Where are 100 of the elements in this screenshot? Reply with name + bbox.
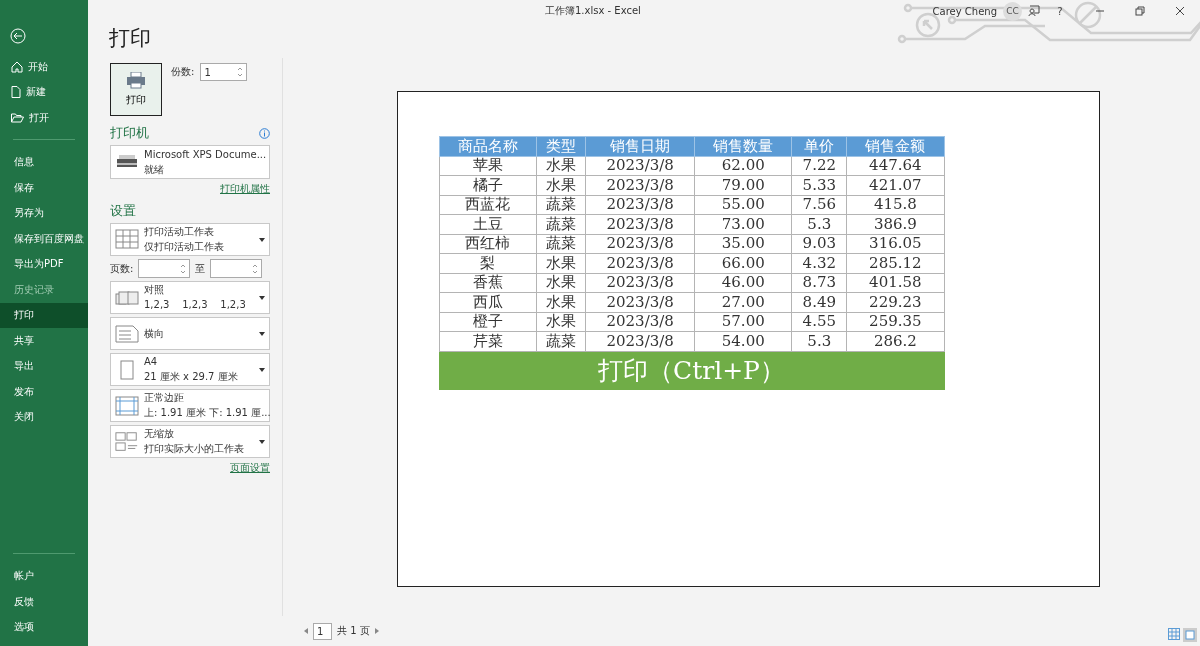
sidebar-item[interactable]: 关闭 <box>0 404 88 430</box>
table-cell: 5.3 <box>791 214 847 234</box>
stacked-pages-icon <box>115 289 139 306</box>
page-icon <box>115 324 139 343</box>
page-count: 共 1 页 <box>337 624 370 638</box>
table-cell: 447.64 <box>846 156 944 176</box>
copies-field[interactable]: 1 <box>200 63 248 81</box>
table-cell: 水果 <box>536 273 586 293</box>
table-cell: 蔬菜 <box>536 234 586 254</box>
table-cell: 286.2 <box>846 331 944 351</box>
scaling-icon <box>115 430 139 453</box>
caret-icon <box>259 331 265 336</box>
printer-icon <box>116 154 138 170</box>
table-cell: 57.00 <box>694 312 792 332</box>
table-cell: 35.00 <box>694 234 792 254</box>
table-cell: 水果 <box>536 175 586 195</box>
table-cell: 55.00 <box>694 195 792 215</box>
table-cell: 54.00 <box>694 331 792 351</box>
sidebar-item[interactable]: 导出为PDF <box>0 251 88 277</box>
page-to-field[interactable] <box>210 259 263 278</box>
table-cell: 2023/3/8 <box>585 234 695 254</box>
previous-page-icon[interactable] <box>304 628 308 634</box>
table-cell: 316.05 <box>846 234 944 254</box>
sidebar-item[interactable]: 反馈 <box>0 589 88 615</box>
page-setup-link[interactable]: 页面设置 <box>230 461 270 475</box>
sidebar-item[interactable]: 帐户 <box>0 563 88 589</box>
sidebar-item[interactable]: 信息 <box>0 149 88 175</box>
sidebar-item[interactable]: 另存为 <box>0 200 88 226</box>
column-header: 商品名称 <box>439 136 537 156</box>
person-flag-icon[interactable] <box>1028 5 1040 17</box>
banner: 打印（Ctrl+P） <box>438 351 945 390</box>
table-cell: 土豆 <box>439 214 537 234</box>
settings-dropdown[interactable]: 无缩放 打印实际大小的工作表 <box>110 425 270 458</box>
page-number-field[interactable]: 1 <box>313 622 332 640</box>
table-cell: 水果 <box>536 292 586 312</box>
file-icon <box>11 86 21 99</box>
table-cell: 4.32 <box>791 253 847 273</box>
table-cell: 386.9 <box>846 214 944 234</box>
table-cell: 4.55 <box>791 312 847 332</box>
help-button[interactable]: ? <box>1040 0 1080 22</box>
table-cell: 西瓜 <box>439 292 537 312</box>
table-cell: 芹菜 <box>439 331 537 351</box>
home-icon <box>11 60 23 73</box>
settings-dropdown[interactable]: 正常边距 上: 1.91 厘米 下: 1.91 厘... <box>110 389 270 422</box>
table-cell: 62.00 <box>694 156 792 176</box>
pages-label: 页数: <box>110 261 134 276</box>
caret-icon <box>259 295 265 300</box>
spinner-arrows-icon[interactable] <box>180 262 187 275</box>
table-cell: 蔬菜 <box>536 214 586 234</box>
page-view-icon[interactable] <box>1183 628 1197 642</box>
table-cell: 9.03 <box>791 234 847 254</box>
table-cell: 2023/3/8 <box>585 292 695 312</box>
sidebar-item[interactable]: 保存到百度网盘 <box>0 226 88 252</box>
table-cell: 259.35 <box>846 312 944 332</box>
sidebar-item[interactable]: 发布 <box>0 379 88 405</box>
spinner-arrows-icon[interactable] <box>252 262 259 275</box>
table-cell: 5.33 <box>791 175 847 195</box>
column-header: 销售金额 <box>846 136 944 156</box>
print-button[interactable]: 打印 <box>110 63 162 116</box>
next-page-icon[interactable] <box>374 628 379 634</box>
sidebar-item[interactable]: 新建 <box>0 79 88 105</box>
page-icon <box>120 359 134 380</box>
sidebar-item[interactable]: 开始 <box>0 54 88 80</box>
grid-icon[interactable] <box>1168 628 1180 640</box>
caret-icon <box>259 439 265 444</box>
column-header: 类型 <box>536 136 586 156</box>
table-cell: 229.23 <box>846 292 944 312</box>
sidebar-item[interactable]: 共享 <box>0 328 88 354</box>
sidebar-item[interactable]: 导出 <box>0 353 88 379</box>
grid-icon <box>115 228 139 251</box>
user-avatar[interactable]: CC <box>1003 1 1022 21</box>
table-cell: 水果 <box>536 312 586 332</box>
settings-dropdown[interactable]: 打印活动工作表 仅打印活动工作表 <box>110 223 270 256</box>
printer-icon <box>126 72 146 89</box>
settings-dropdown[interactable]: 对照 1,2,3 1,2,3 1,2,3 <box>110 281 270 314</box>
page-from-field[interactable] <box>138 259 191 278</box>
table-cell: 苹果 <box>439 156 537 176</box>
settings-dropdown[interactable]: A4 21 厘米 x 29.7 厘米 <box>110 353 270 386</box>
table-cell: 2023/3/8 <box>585 312 695 332</box>
table-cell: 2023/3/8 <box>585 273 695 293</box>
table-cell: 285.12 <box>846 253 944 273</box>
table-cell: 橙子 <box>439 312 537 332</box>
table-cell: 2023/3/8 <box>585 195 695 215</box>
table-cell: 8.73 <box>791 273 847 293</box>
info-icon[interactable] <box>259 127 270 139</box>
table-cell: 2023/3/8 <box>585 253 695 273</box>
settings-dropdown[interactable]: 横向 <box>110 317 270 350</box>
table-cell: 蔬菜 <box>536 195 586 215</box>
sidebar-item[interactable]: 选项 <box>0 614 88 640</box>
section-heading: 打印机 <box>110 124 149 142</box>
caret-icon <box>259 237 265 242</box>
printer-dropdown[interactable]: Microsoft XPS Docume... 就绪 <box>110 145 270 179</box>
folder-icon <box>11 112 24 123</box>
spinner-arrows-icon[interactable] <box>237 66 244 78</box>
sidebar-item[interactable]: 打开 <box>0 105 88 131</box>
table-cell: 香蕉 <box>439 273 537 293</box>
sidebar-item[interactable]: 保存 <box>0 175 88 201</box>
printer-properties-link[interactable]: 打印机属性 <box>220 182 270 196</box>
sidebar-item[interactable]: 打印 <box>0 302 88 328</box>
table-cell: 蔬菜 <box>536 331 586 351</box>
